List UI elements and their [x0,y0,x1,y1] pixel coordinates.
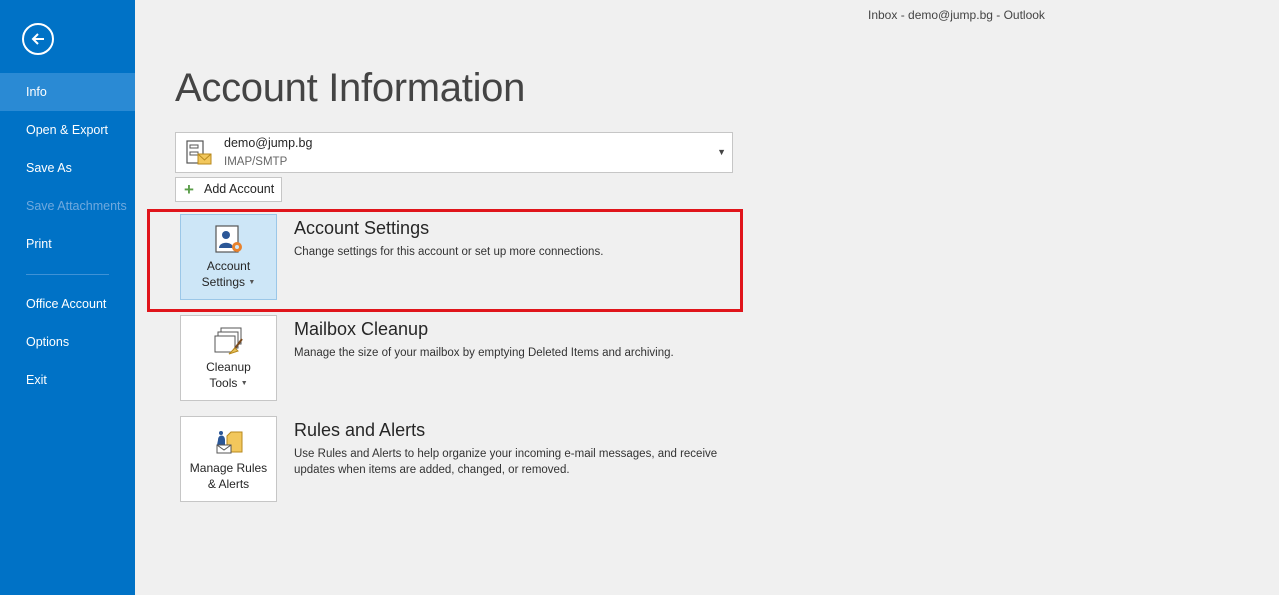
section-desc-account-settings: Change settings for this account or set … [294,246,604,258]
manage-rules-label-line1: Manage Rules [189,461,268,475]
nav-exit[interactable]: Exit [0,361,135,399]
nav-open-export[interactable]: Open & Export [0,111,135,149]
nav-options[interactable]: Options [0,323,135,361]
section-title-account-settings: Account Settings [294,218,430,238]
cleanup-tools-button[interactable]: Cleanup Tools ▼ [180,315,277,401]
window-title: Inbox - demo@jump.bg - Outlook [868,8,1045,22]
nav-save-attachments: Save Attachments [26,199,127,213]
manage-rules-alerts-button[interactable]: Manage Rules & Alerts [180,416,277,502]
back-button[interactable] [22,23,54,55]
nav-print[interactable]: Print [0,225,135,263]
section-title-mailbox-cleanup: Mailbox Cleanup [294,319,429,339]
account-settings-icon [214,225,242,253]
nav-save-as[interactable]: Save As [0,149,135,187]
section-desc-mailbox-cleanup: Manage the size of your mailbox by empty… [294,347,674,359]
cleanup-tools-label-line2: Tools [209,376,238,390]
chevron-down-icon: ▼ [717,147,726,157]
section-desc-rules-alerts: Use Rules and Alerts to help organize yo… [294,448,718,476]
plus-icon: + [184,180,194,199]
nav-divider [26,274,109,275]
caret-down-icon: ▼ [240,379,248,387]
account-dropdown[interactable]: demo@jump.bg IMAP/SMTP ▼ [175,132,733,173]
rules-alerts-icon [216,431,242,454]
account-settings-button[interactable]: Account Settings ▼ [180,214,277,300]
account-type: IMAP/SMTP [224,156,288,168]
page-title: Account Information [175,66,526,110]
account-server-icon [186,140,212,165]
back-arrow-icon [31,33,44,45]
manage-rules-label-line2: & Alerts [207,477,250,491]
add-account-label: Add Account [204,182,275,196]
account-settings-label-line1: Account [206,259,251,273]
cleanup-tools-label-line1: Cleanup [206,360,251,374]
cleanup-tools-icon [214,327,243,355]
nav-info[interactable]: Info [0,73,135,111]
account-settings-label-line2: Settings [201,275,246,289]
backstage-sidebar: Info Open & Export Save As Save Attachme… [0,0,135,595]
section-title-rules-alerts: Rules and Alerts [294,420,426,440]
add-account-button[interactable]: + Add Account [175,177,282,202]
caret-down-icon: ▼ [248,278,256,286]
account-email: demo@jump.bg [224,136,313,150]
nav-office-account[interactable]: Office Account [0,285,135,323]
